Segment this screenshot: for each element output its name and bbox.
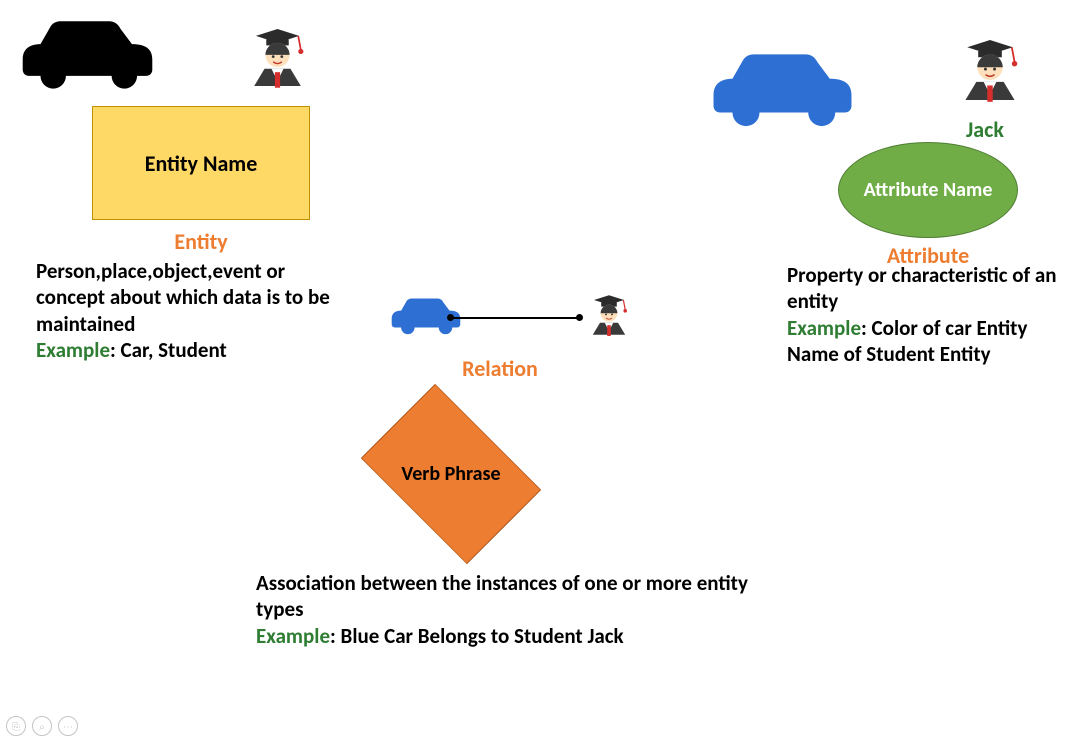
relation-title: Relation <box>385 355 615 382</box>
relation-example-text: : Blue Car Belongs to Student Jack <box>330 623 624 649</box>
attribute-description: Property or characteristic of an entity <box>787 262 1057 314</box>
car-black-icon <box>10 8 165 98</box>
attribute-ellipse: Attribute Name <box>838 142 1018 238</box>
more-icon[interactable]: ⋯ <box>58 716 78 736</box>
bottom-toolbar: ⎘ ⌕ ⋯ <box>6 716 78 736</box>
entity-rectangle: Entity Name <box>92 106 310 220</box>
entity-example-label: Example <box>36 337 110 363</box>
relation-shape-label: Verb Phrase <box>401 463 500 486</box>
copy-icon[interactable]: ⎘ <box>6 716 26 736</box>
student-black-icon <box>230 10 325 110</box>
attribute-shape-label: Attribute Name <box>864 179 993 202</box>
student-relation-icon <box>576 282 642 353</box>
entity-title: Entity <box>92 228 310 255</box>
attribute-description-block: Property or characteristic of an entity … <box>787 262 1077 367</box>
entity-shape-label: Entity Name <box>145 150 258 177</box>
car-blue-large-icon <box>700 38 865 138</box>
relation-diamond: Verb Phrase <box>342 398 560 550</box>
relation-description: Association between the instances of one… <box>256 570 748 622</box>
zoom-icon[interactable]: ⌕ <box>32 716 52 736</box>
relation-description-block: Association between the instances of one… <box>256 570 756 649</box>
entity-example-text: : Car, Student <box>110 337 227 363</box>
attribute-example-label: Example <box>787 315 861 341</box>
relation-endpoint-left <box>447 314 454 321</box>
student-jack-icon <box>940 20 1040 125</box>
jack-label: Jack <box>966 116 1004 143</box>
relation-example-label: Example <box>256 623 330 649</box>
entity-description-block: Person,place,object,event or concept abo… <box>36 258 356 363</box>
entity-description: Person,place,object,event or concept abo… <box>36 258 330 337</box>
relation-line <box>450 317 580 319</box>
